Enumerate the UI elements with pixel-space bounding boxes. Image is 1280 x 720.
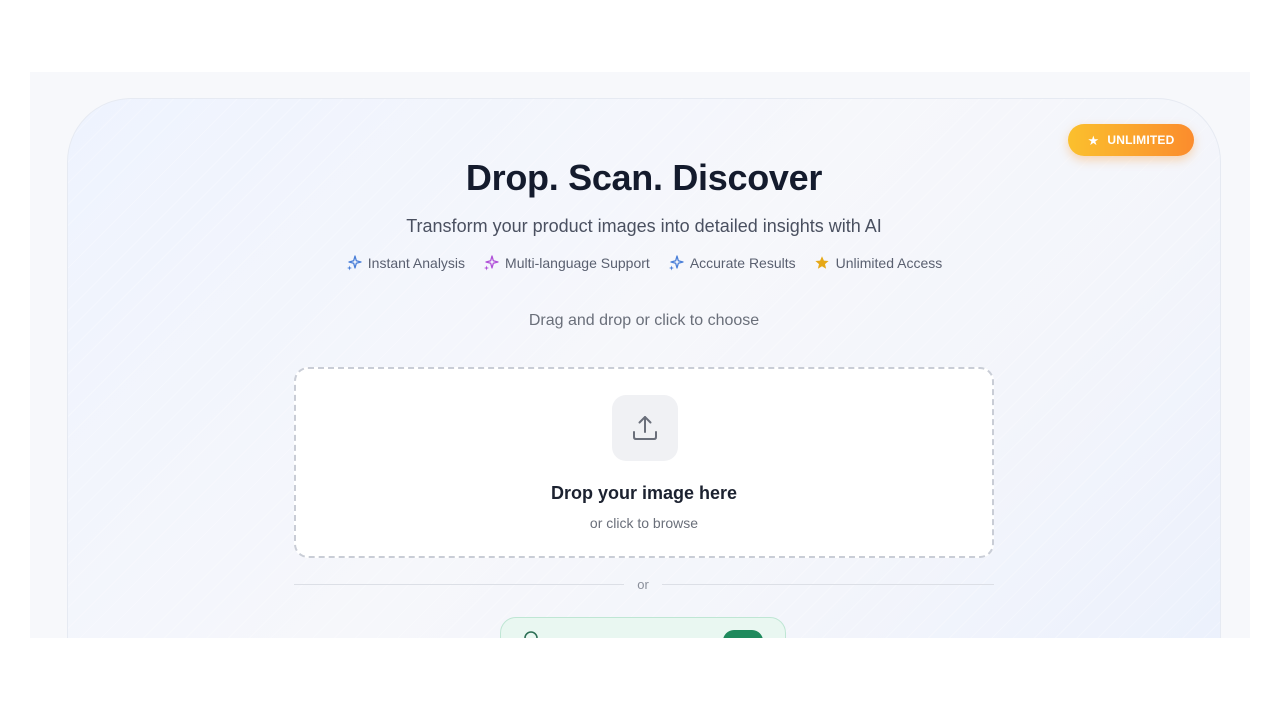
feature-label: Instant Analysis [367,255,466,271]
feature-item: Accurate Results [668,255,796,271]
feature-item: Instant Analysis [346,255,465,271]
divider-line-right [662,584,994,585]
badge-label: UNLIMITED [1107,133,1175,147]
feature-label: Accurate Results [689,255,796,271]
or-divider: or [294,575,994,595]
page-title: Drop. Scan. Discover [465,157,823,198]
page-subtitle: Transform your product images into detai… [406,216,882,236]
upload-icon [633,416,657,440]
camera-button[interactable] [500,617,786,638]
dropzone-title: Drop your image here [550,483,738,503]
upload-card: ★ UNLIMITED Drop. Scan. Discover Transfo… [67,98,1221,638]
upload-icon-container [612,395,678,461]
unlimited-badge: ★ UNLIMITED [1068,124,1194,156]
star-icon: ★ [1087,132,1100,148]
feature-item: Multi-language Support [483,255,650,271]
feature-item: Unlimited Access [814,255,943,271]
sparkle-icon [484,255,499,271]
dropzone-subtitle: or click to browse [589,515,699,531]
star-icon [815,256,829,269]
sparkle-icon [346,255,362,271]
feature-label: Multi-language Support [505,255,650,271]
divider-label: or [637,577,649,592]
camera-button-pill [723,630,763,638]
image-dropzone[interactable]: Drop your image here or click to browse [294,367,994,558]
sparkle-icon [668,255,684,271]
feature-list: Instant Analysis Multi-language Support … [68,255,1220,271]
divider-line-left [294,584,624,585]
page-viewport: ★ UNLIMITED Drop. Scan. Discover Transfo… [30,72,1250,638]
upload-hint: Drag and drop or click to choose [528,312,760,329]
feature-label: Unlimited Access [835,255,943,271]
camera-icon [524,631,538,638]
